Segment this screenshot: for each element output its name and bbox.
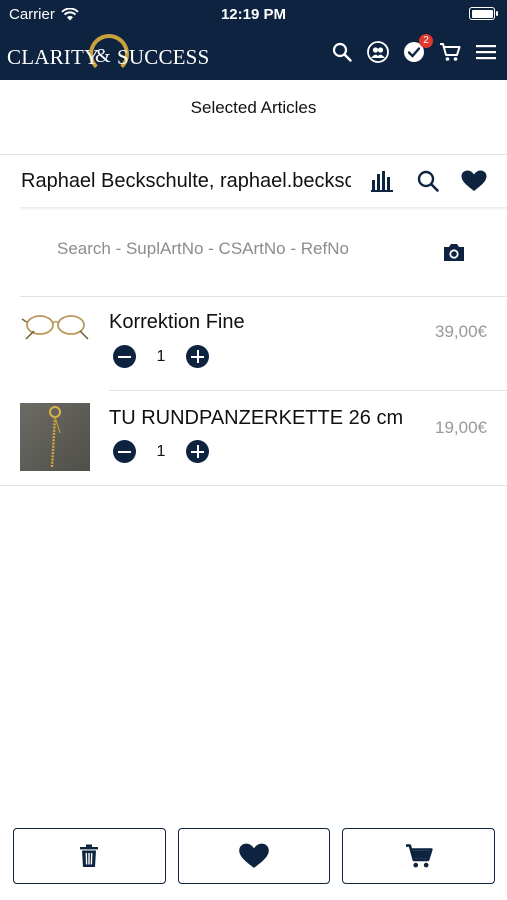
list-item[interactable]: Korrektion Fine 39,00€ 1 <box>0 297 507 391</box>
article-search-row <box>0 225 507 280</box>
battery-icon <box>469 7 498 20</box>
article-name: Korrektion Fine <box>109 311 245 333</box>
divider <box>20 207 507 211</box>
divider <box>0 485 507 486</box>
decrease-quantity-button[interactable] <box>113 345 136 368</box>
list-item[interactable]: TU RUNDPANZERKETTE 26 cm 19,00€ 1 <box>0 391 507 485</box>
brand-logo[interactable]: CLARITY & SUCCESS <box>7 32 210 76</box>
page-title: Selected Articles <box>190 98 317 117</box>
article-name: TU RUNDPANZERKETTE 26 cm <box>109 407 404 429</box>
search-icon[interactable] <box>331 41 353 63</box>
cart-icon[interactable] <box>439 41 461 63</box>
brand-word-success: SUCCESS <box>117 45 210 69</box>
search-icon[interactable] <box>415 168 441 194</box>
quantity-stepper: 1 <box>113 440 209 463</box>
quantity-value: 1 <box>156 347 166 365</box>
check-circle-icon[interactable]: 2 <box>403 34 433 63</box>
add-to-cart-button[interactable] <box>342 828 496 884</box>
customer-actions <box>369 168 487 194</box>
header-actions: 2 <box>331 34 497 66</box>
delete-button[interactable] <box>13 828 166 884</box>
bar-chart-icon[interactable] <box>369 168 395 194</box>
article-price: 39,00€ <box>435 322 487 341</box>
trash-icon <box>80 844 99 867</box>
increase-quantity-button[interactable] <box>186 345 209 368</box>
heart-icon[interactable] <box>461 168 487 194</box>
heart-icon <box>239 843 269 868</box>
menu-icon[interactable] <box>475 41 497 63</box>
article-price: 19,00€ <box>435 418 487 437</box>
quantity-stepper: 1 <box>113 345 209 368</box>
decrease-quantity-button[interactable] <box>113 440 136 463</box>
clock: 12:19 PM <box>220 6 287 23</box>
user-group-icon[interactable] <box>367 41 389 63</box>
top-bar: Carrier 12:19 PM CLARITY & SUCCESS 2 <box>0 0 507 80</box>
brand-ampersand: & <box>95 45 111 67</box>
camera-icon[interactable] <box>442 242 466 262</box>
status-bar: Carrier 12:19 PM <box>0 0 507 28</box>
brand-word-clarity: CLARITY <box>7 45 100 69</box>
cart-icon <box>405 844 433 868</box>
article-search-input[interactable] <box>57 239 417 259</box>
customer-name[interactable]: Raphael Beckschulte, raphael.beckschulte <box>21 170 351 193</box>
increase-quantity-button[interactable] <box>186 440 209 463</box>
glasses-thumbnail <box>21 315 89 340</box>
customer-row: Raphael Beckschulte, raphael.beckschulte <box>0 155 507 207</box>
orders-badge: 2 <box>419 34 433 48</box>
bottom-actions <box>13 828 496 884</box>
chain-thumbnail <box>20 403 90 471</box>
quantity-value: 1 <box>156 442 166 460</box>
favorite-button[interactable] <box>177 828 331 884</box>
